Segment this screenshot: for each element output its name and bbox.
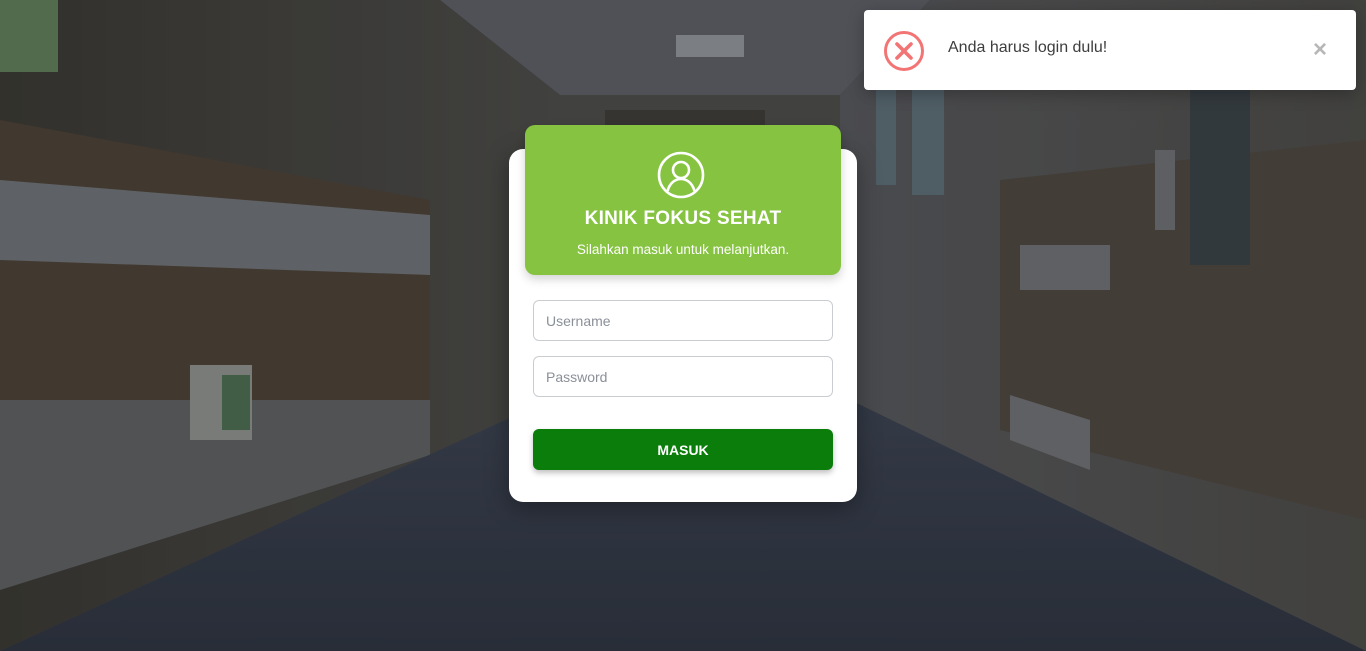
username-input[interactable] (533, 300, 833, 341)
login-subtitle: Silahkan masuk untuk melanjutkan. (576, 242, 790, 257)
error-circle-icon (883, 30, 925, 72)
password-input[interactable] (533, 356, 833, 397)
login-button[interactable]: MASUK (533, 429, 833, 470)
error-toast: Anda harus login dulu! × (864, 10, 1356, 90)
close-icon[interactable]: × (1313, 38, 1327, 62)
login-header: KINIK FOKUS SEHAT Silahkan masuk untuk m… (525, 125, 841, 275)
toast-message: Anda harus login dulu! (948, 39, 1108, 56)
user-circle-icon (657, 151, 705, 199)
clinic-title: KINIK FOKUS SEHAT (584, 208, 782, 229)
